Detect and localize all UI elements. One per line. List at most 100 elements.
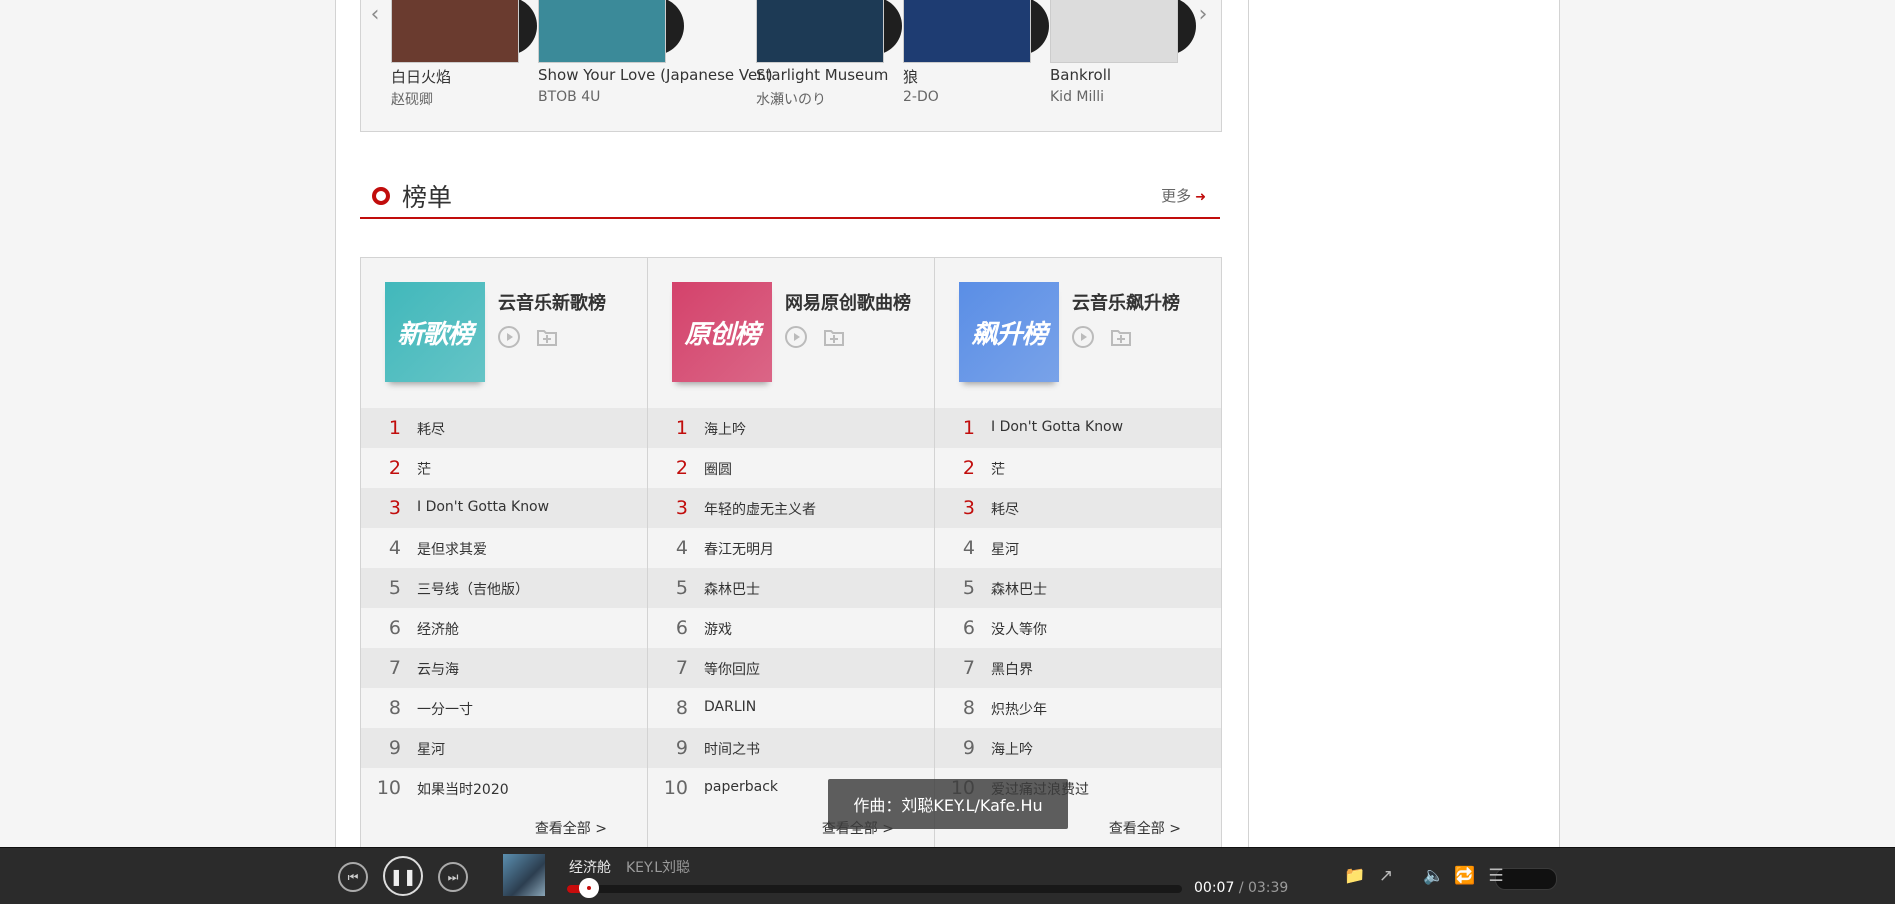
album-name[interactable]: 狼 [903,66,918,87]
song-title[interactable]: 海上吟 [991,739,1033,759]
song-row[interactable]: 1 耗尽 [361,408,647,448]
song-row[interactable]: 3 耗尽 [935,488,1221,528]
song-row[interactable]: 7 黑白界 [935,648,1221,688]
album-cover[interactable] [1050,0,1178,63]
album-name[interactable]: Starlight Museum [756,66,888,84]
song-row[interactable]: 5 森林巴士 [648,568,934,608]
song-title[interactable]: 星河 [417,739,445,759]
chart-title[interactable]: 网易原创歌曲榜 [785,289,911,315]
song-title[interactable]: 黑白界 [991,659,1033,679]
song-title[interactable]: 茫 [991,459,1005,479]
album-artist[interactable]: Kid Milli [1050,89,1104,105]
song-title[interactable]: 森林巴士 [991,579,1047,599]
album-cover[interactable] [538,0,666,63]
see-all-link[interactable]: 查看全部 > [535,818,607,838]
song-title[interactable]: 等你回应 [704,659,760,679]
song-row[interactable]: 5 三号线（吉他版） [361,568,647,608]
song-title[interactable]: 没人等你 [991,619,1047,639]
song-title[interactable]: 年轻的虚无主义者 [704,499,816,519]
song-title[interactable]: 炽热少年 [991,699,1047,719]
song-row[interactable]: 6 没人等你 [935,608,1221,648]
song-row[interactable]: 8 DARLIN [648,688,934,728]
song-title[interactable]: 耗尽 [991,499,1019,519]
playlist-icon[interactable]: ☰ [1485,865,1507,887]
album-artist[interactable]: BTOB 4U [538,89,600,105]
chart-cover[interactable]: 新歌榜 [385,282,485,382]
song-title[interactable]: 茫 [417,459,431,479]
album-cover[interactable] [903,0,1031,63]
song-row[interactable]: 10 如果当时2020 [361,768,647,808]
song-row[interactable]: 3 年轻的虚无主义者 [648,488,934,528]
play-circle-icon[interactable] [1072,326,1094,348]
now-playing-song[interactable]: 经济舱 [569,857,611,877]
play-circle-icon[interactable] [785,326,807,348]
song-row[interactable]: 4 是但求其爱 [361,528,647,568]
add-folder-icon[interactable] [823,326,845,348]
chart-cover[interactable]: 飙升榜 [959,282,1059,382]
song-row[interactable]: 3 I Don't Gotta Know [361,488,647,528]
see-all-link[interactable]: 查看全部 > [1109,818,1181,838]
song-title[interactable]: 海上吟 [704,419,746,439]
now-playing-artist[interactable]: KEY.L刘聪 [626,857,690,877]
song-title[interactable]: 如果当时2020 [417,779,509,799]
song-row[interactable]: 5 森林巴士 [935,568,1221,608]
song-title[interactable]: 一分一寸 [417,699,473,719]
song-row[interactable]: 4 星河 [935,528,1221,568]
chart-title[interactable]: 云音乐新歌榜 [498,289,606,315]
song-row[interactable]: 2茫 [361,448,647,488]
repeat-icon[interactable]: 🔁 [1454,865,1476,887]
song-row[interactable]: 6 游戏 [648,608,934,648]
chart-title[interactable]: 云音乐飙升榜 [1072,289,1180,315]
song-row[interactable]: 8 一分一寸 [361,688,647,728]
album-name[interactable]: Bankroll [1050,66,1111,84]
progress-knob[interactable] [578,878,599,898]
previous-icon[interactable]: ⏮ [338,862,368,892]
now-playing-thumbnail[interactable] [503,854,545,896]
song-title[interactable]: DARLIN [704,699,756,715]
song-row[interactable]: 8 炽热少年 [935,688,1221,728]
more-link[interactable]: 更多 ➜ [1161,185,1206,206]
add-folder-icon[interactable] [536,326,558,348]
song-title[interactable]: 春江无明月 [704,539,774,559]
song-row[interactable]: 9 星河 [361,728,647,768]
add-folder-icon[interactable] [1110,326,1132,348]
carousel-next-icon[interactable]: › [1195,4,1211,29]
song-title[interactable]: 星河 [991,539,1019,559]
chart-cover[interactable]: 原创榜 [672,282,772,382]
song-row[interactable]: 9 海上吟 [935,728,1221,768]
album-artist[interactable]: 2-DO [903,89,939,105]
song-row[interactable]: 1 海上吟 [648,408,934,448]
progress-bar[interactable] [567,878,1182,898]
song-row[interactable]: 7 云与海 [361,648,647,688]
song-title[interactable]: 时间之书 [704,739,760,759]
album-cover[interactable] [756,0,884,63]
song-title[interactable]: 是但求其爱 [417,539,487,559]
song-title[interactable]: 耗尽 [417,419,445,439]
song-row[interactable]: 4 春江无明月 [648,528,934,568]
pause-icon[interactable]: ❚❚ [383,856,423,896]
song-title[interactable]: 三号线（吉他版） [417,579,529,599]
album-name[interactable]: Show Your Love (Japanese Ver.) [538,66,773,84]
carousel-prev-icon[interactable]: ‹ [367,4,383,29]
share-icon[interactable]: ↗ [1375,865,1397,887]
song-row[interactable]: 9 时间之书 [648,728,934,768]
song-title[interactable]: 圈圆 [704,459,732,479]
song-row[interactable]: 2 圈圆 [648,448,934,488]
album-name[interactable]: 白日火焰 [391,66,451,87]
volume-icon[interactable]: 🔈 [1423,865,1445,887]
song-title[interactable]: I Don't Gotta Know [991,419,1123,435]
song-row[interactable]: 6 经济舱 [361,608,647,648]
song-row[interactable]: 7 等你回应 [648,648,934,688]
song-title[interactable]: 云与海 [417,659,459,679]
add-to-playlist-icon[interactable]: 📁 [1344,865,1366,887]
more-label[interactable]: 更多 [1161,187,1191,205]
song-title[interactable]: 经济舱 [417,619,459,639]
song-title[interactable]: I Don't Gotta Know [417,499,549,515]
album-cover[interactable] [391,0,519,63]
song-title[interactable]: paperback [704,779,778,795]
album-artist[interactable]: 水瀬いのり [756,89,826,109]
next-icon[interactable]: ⏭ [438,862,468,892]
song-row[interactable]: 2茫 [935,448,1221,488]
play-circle-icon[interactable] [498,326,520,348]
song-title[interactable]: 森林巴士 [704,579,760,599]
